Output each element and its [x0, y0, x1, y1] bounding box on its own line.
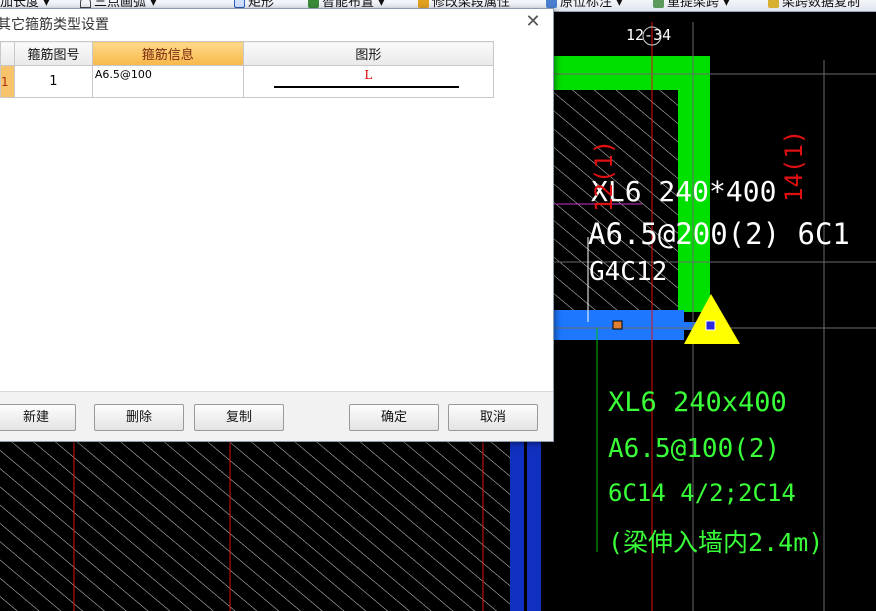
edit-beam-icon — [418, 0, 429, 8]
annotate-icon — [546, 0, 557, 8]
beam-vertical-1 — [510, 442, 524, 611]
close-icon[interactable]: ✕ — [523, 12, 543, 32]
grip-point-orange[interactable] — [612, 320, 623, 330]
column-header-info[interactable]: 箍筋信息 — [91, 41, 244, 66]
ok-button[interactable]: 确定 — [349, 404, 439, 431]
delete-button[interactable]: 删除 — [94, 404, 184, 431]
beam-vertical-2 — [527, 442, 541, 611]
upper-annotation-line1: XL6 240*400 — [591, 175, 777, 208]
cell-shape[interactable]: L — [242, 65, 495, 98]
dialog-title: 其它箍筋类型设置 — [0, 17, 109, 33]
stirrup-type-dialog: 其它箍筋类型设置 ✕ 箍筋图号 箍筋信息 图形 1 1 A6.5@100 L 新… — [0, 8, 554, 442]
stirrup-table: 箍筋图号 箍筋信息 图形 1 1 A6.5@100 L — [0, 41, 495, 98]
upper-annotation-line3: G4C12 — [589, 257, 668, 287]
grip-point-blue[interactable] — [705, 320, 716, 331]
toolbar-copy-data-button[interactable]: 梁跨数据复制 — [768, 0, 860, 11]
upper-annotation-line2: A6.5@200(2) 6C1 — [588, 217, 850, 251]
lower-annotation-line1: XL6 240x400 — [608, 387, 787, 418]
cell-figure-no[interactable]: 1 — [13, 65, 93, 98]
lower-annotation-line3: 6C14 4/2;2C14 — [608, 479, 796, 507]
copy-data-icon — [768, 0, 779, 8]
toolbar-beam-span-button[interactable]: 重提梁跨 ▾ — [653, 0, 730, 11]
vertical-label-1: 12(1) — [590, 139, 618, 212]
new-button[interactable]: 新建 — [0, 404, 76, 431]
cell-info[interactable]: A6.5@100 — [91, 65, 244, 98]
column-header-index — [0, 41, 15, 66]
cancel-button[interactable]: 取消 — [448, 404, 538, 431]
shape-label: L — [364, 68, 373, 82]
table-header-row: 箍筋图号 箍筋信息 图形 — [0, 41, 495, 66]
column-header-figure-no[interactable]: 箍筋图号 — [13, 41, 93, 66]
axis-label: 12-34 — [626, 26, 672, 44]
dialog-titlebar[interactable]: 其它箍筋类型设置 ✕ — [0, 9, 553, 39]
rectangle-icon — [234, 0, 245, 8]
beam-span-icon — [653, 0, 664, 8]
lower-annotation-line2: A6.5@100(2) — [608, 434, 781, 464]
cad-workspace: 加长度 ▾ 三点画弧 ▾ 矩形 智能布置 ▾ 修改梁段属性 原位标注 ▾ 重提梁… — [0, 0, 876, 611]
table-row[interactable]: 1 1 A6.5@100 L — [0, 65, 495, 98]
row-index[interactable]: 1 — [0, 65, 15, 98]
vertical-label-2: 14(1) — [780, 129, 808, 202]
dialog-footer: 新建 删除 复制 确定 取消 — [0, 391, 553, 441]
stirrup-shape-line — [273, 86, 459, 88]
wall-hatch-lower — [0, 442, 512, 611]
column-top-band — [554, 74, 678, 90]
copy-button[interactable]: 复制 — [194, 404, 284, 431]
smart-layout-icon — [308, 0, 319, 8]
column-header-shape[interactable]: 图形 — [242, 41, 495, 66]
lower-annotation-line4: (梁伸入墙内2.4m) — [608, 528, 824, 557]
toolbar-annotate-button[interactable]: 原位标注 ▾ — [546, 0, 623, 11]
arc-icon — [80, 0, 91, 8]
